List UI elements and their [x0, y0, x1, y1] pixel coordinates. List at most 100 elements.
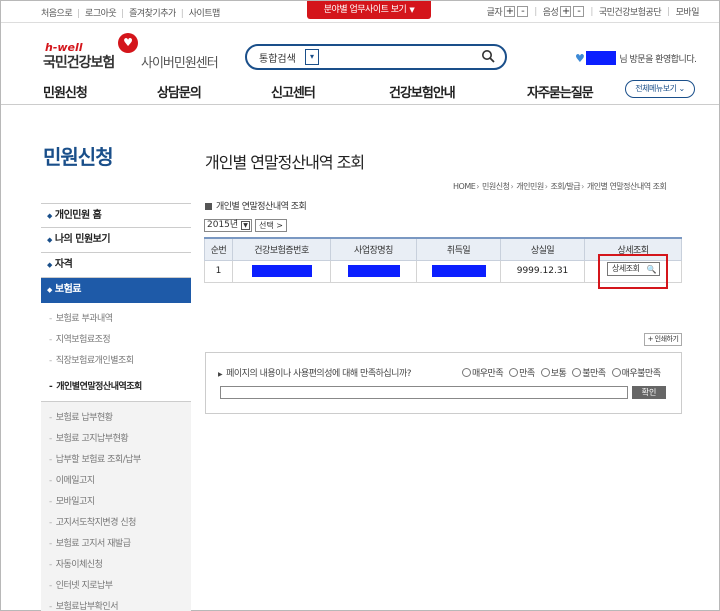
- chevron-down-icon: ▼: [409, 6, 415, 14]
- sub-item-payment-status[interactable]: - 보험료 납부현황: [41, 408, 191, 429]
- heart-icon: ♥: [575, 51, 585, 65]
- option-satisfied[interactable]: 만족: [509, 366, 535, 379]
- masked-value: [347, 265, 400, 277]
- search-scope-dropdown[interactable]: ▾: [305, 49, 319, 65]
- font-size-label: 글자: [486, 8, 503, 18]
- sub-item-mobile-notice[interactable]: - 모바일고지: [41, 492, 191, 513]
- nav-report-center[interactable]: 신고센터: [271, 82, 316, 101]
- sub-item-email-notice[interactable]: - 이메일고지: [41, 471, 191, 492]
- masked-value: [431, 265, 486, 277]
- home-link[interactable]: 처음으로: [41, 9, 73, 19]
- chevron-down-icon: ▼: [241, 221, 250, 230]
- mobile-link[interactable]: 모바일: [676, 5, 700, 18]
- sidebar-item-personal-home[interactable]: ◆ 개인민원 홈: [41, 203, 191, 228]
- field-sites-button[interactable]: 분야별 업무사이트 보기 ▼: [307, 1, 431, 19]
- all-menu-label: 전체메뉴보기: [635, 84, 677, 93]
- radio-icon: [611, 368, 621, 377]
- option-neutral[interactable]: 보통: [540, 366, 567, 379]
- sub-item-address-change[interactable]: - 고지서도착지변경 신청: [41, 513, 191, 534]
- sub-item-year-end-settlement[interactable]: - 개인별연말정산내역조회: [41, 372, 191, 402]
- option-label: 만족: [519, 369, 535, 379]
- print-button[interactable]: + 인쇄하기: [644, 333, 682, 346]
- option-label: 매우만족: [472, 369, 504, 379]
- nav-insurance-guide[interactable]: 건강보험안내: [389, 82, 456, 101]
- detail-view-label: 상세조회: [612, 264, 640, 273]
- col-no: 순번: [204, 237, 233, 261]
- cell-no: 1: [204, 259, 233, 283]
- radio-icon: [509, 368, 519, 377]
- satisfaction-survey: ▶ 페이지의 내용이나 사용편의성에 대해 만족하십니까? 매우만족 만족 보통 …: [205, 352, 682, 414]
- triangle-icon: ▶: [218, 371, 223, 378]
- sitemap-link[interactable]: 사이트맵: [189, 9, 221, 19]
- breadcrumb-home[interactable]: HOME: [453, 182, 476, 191]
- logout-link[interactable]: 로그아웃: [85, 9, 117, 19]
- sidebar-item-premium[interactable]: ◆ 보험료: [41, 278, 191, 303]
- nav-faq[interactable]: 자주묻는질문: [527, 82, 594, 101]
- square-bullet-icon: [205, 203, 212, 210]
- sub-item-label: 보험료 고지서 재발급: [55, 539, 131, 549]
- year-select-button[interactable]: 선택 >: [255, 219, 287, 232]
- option-dissatisfied[interactable]: 불만족: [572, 366, 606, 379]
- survey-question-text: 페이지의 내용이나 사용편의성에 대해 만족하십니까?: [226, 369, 412, 379]
- sub-item-label: 보험료 고지납부현황: [55, 434, 129, 444]
- breadcrumb: HOME› 민원신청› 개인민원› 조회/발급› 개인별 연말정산내역 조회: [453, 182, 667, 191]
- sidebar-item-label: 자격: [54, 259, 73, 270]
- bullet-icon: ◆: [47, 261, 52, 269]
- sub-group-payment: - 보험료 납부현황 - 보험료 고지납부현황 - 납부할 보험료 조회/납부 - 이메…: [41, 402, 191, 611]
- sub-item-label: 개인별연말정산내역조회: [56, 382, 142, 392]
- sub-item-label: 보험료 납부현황: [55, 413, 113, 423]
- year-select[interactable]: 2015년 ▼: [204, 219, 252, 232]
- sub-item-payment-certificate[interactable]: - 보험료납부확인서: [41, 597, 191, 611]
- font-increase-button[interactable]: +: [504, 6, 516, 17]
- survey-comment-input[interactable]: [220, 386, 628, 399]
- sub-item-notice-payment[interactable]: - 보험료 고지납부현황: [41, 429, 191, 450]
- sub-item-label: 보험료납부확인서: [55, 602, 119, 611]
- bullet-icon: ◆: [47, 286, 52, 294]
- sidebar-item-my-requests[interactable]: ◆ 나의 민원보기: [41, 228, 191, 253]
- sidebar-item-label: 나의 민원보기: [54, 234, 111, 245]
- radio-icon: [540, 368, 550, 377]
- sub-item-label: 자동이체신청: [55, 560, 103, 570]
- sidebar-item-label: 보험료: [54, 284, 82, 295]
- nav-civil-request[interactable]: 민원신청: [43, 82, 88, 101]
- detail-view-button[interactable]: 상세조회 🔍: [607, 262, 660, 276]
- breadcrumb-lookup[interactable]: 조회/발급: [550, 182, 580, 191]
- option-label: 불만족: [582, 369, 606, 379]
- breadcrumb-personal[interactable]: 개인민원: [516, 182, 544, 191]
- sub-item-label: 납부할 보험료 조회/납부: [55, 455, 142, 465]
- sub-item-workplace-individual[interactable]: - 직장보험료개인별조회: [41, 351, 191, 372]
- cell-acquire-date: [416, 259, 501, 283]
- welcome-message: ♥ 님 방문을 환영합니다.: [575, 51, 697, 65]
- col-loss-date: 상실일: [500, 237, 585, 261]
- sub-item-reissue[interactable]: - 보험료 고지서 재발급: [41, 534, 191, 555]
- sidebar-item-qualification[interactable]: ◆ 자격: [41, 253, 191, 278]
- option-very-satisfied[interactable]: 매우만족: [462, 366, 504, 379]
- sub-item-auto-transfer[interactable]: - 자동이체신청: [41, 555, 191, 576]
- nav-consultation[interactable]: 상담문의: [157, 82, 202, 101]
- sub-item-label: 이메일고지: [55, 476, 95, 486]
- sub-item-label: 지역보험료조정: [55, 335, 111, 345]
- sub-item-payable-lookup[interactable]: - 납부할 보험료 조회/납부: [41, 450, 191, 471]
- sub-item-premium-levy[interactable]: - 보험료 부과내역: [41, 309, 191, 330]
- sub-item-regional-adjust[interactable]: - 지역보험료조정: [41, 330, 191, 351]
- all-menu-button[interactable]: 전체메뉴보기 ⌄: [625, 80, 695, 98]
- sidebar-title: 민원신청: [43, 145, 114, 169]
- sub-item-giro-payment[interactable]: - 인터넷 지로납부: [41, 576, 191, 597]
- col-workplace: 사업장명칭: [330, 237, 417, 261]
- breadcrumb-civil[interactable]: 민원신청: [482, 182, 510, 191]
- survey-question: ▶ 페이지의 내용이나 사용편의성에 대해 만족하십니까?: [218, 366, 412, 379]
- org-link[interactable]: 국민건강보험공단: [599, 5, 662, 18]
- logo-main[interactable]: 국민건강보험: [43, 52, 115, 72]
- option-very-dissatisfied[interactable]: 매우불만족: [611, 366, 661, 379]
- section-title-text: 개인별 연말정산내역 조회: [216, 202, 307, 212]
- sub-item-label: 보험료 부과내역: [55, 314, 113, 324]
- volume-increase-button[interactable]: +: [560, 6, 572, 17]
- search-icon[interactable]: [481, 49, 495, 63]
- font-decrease-button[interactable]: -: [517, 6, 529, 17]
- search-icon: 🔍: [646, 265, 657, 274]
- section-title: 개인별 연말정산내역 조회: [205, 199, 307, 212]
- volume-decrease-button[interactable]: -: [573, 6, 585, 17]
- bookmark-link[interactable]: 즐겨찾기추가: [129, 9, 176, 19]
- search-input[interactable]: [323, 49, 473, 65]
- survey-submit-button[interactable]: 확인: [632, 386, 666, 399]
